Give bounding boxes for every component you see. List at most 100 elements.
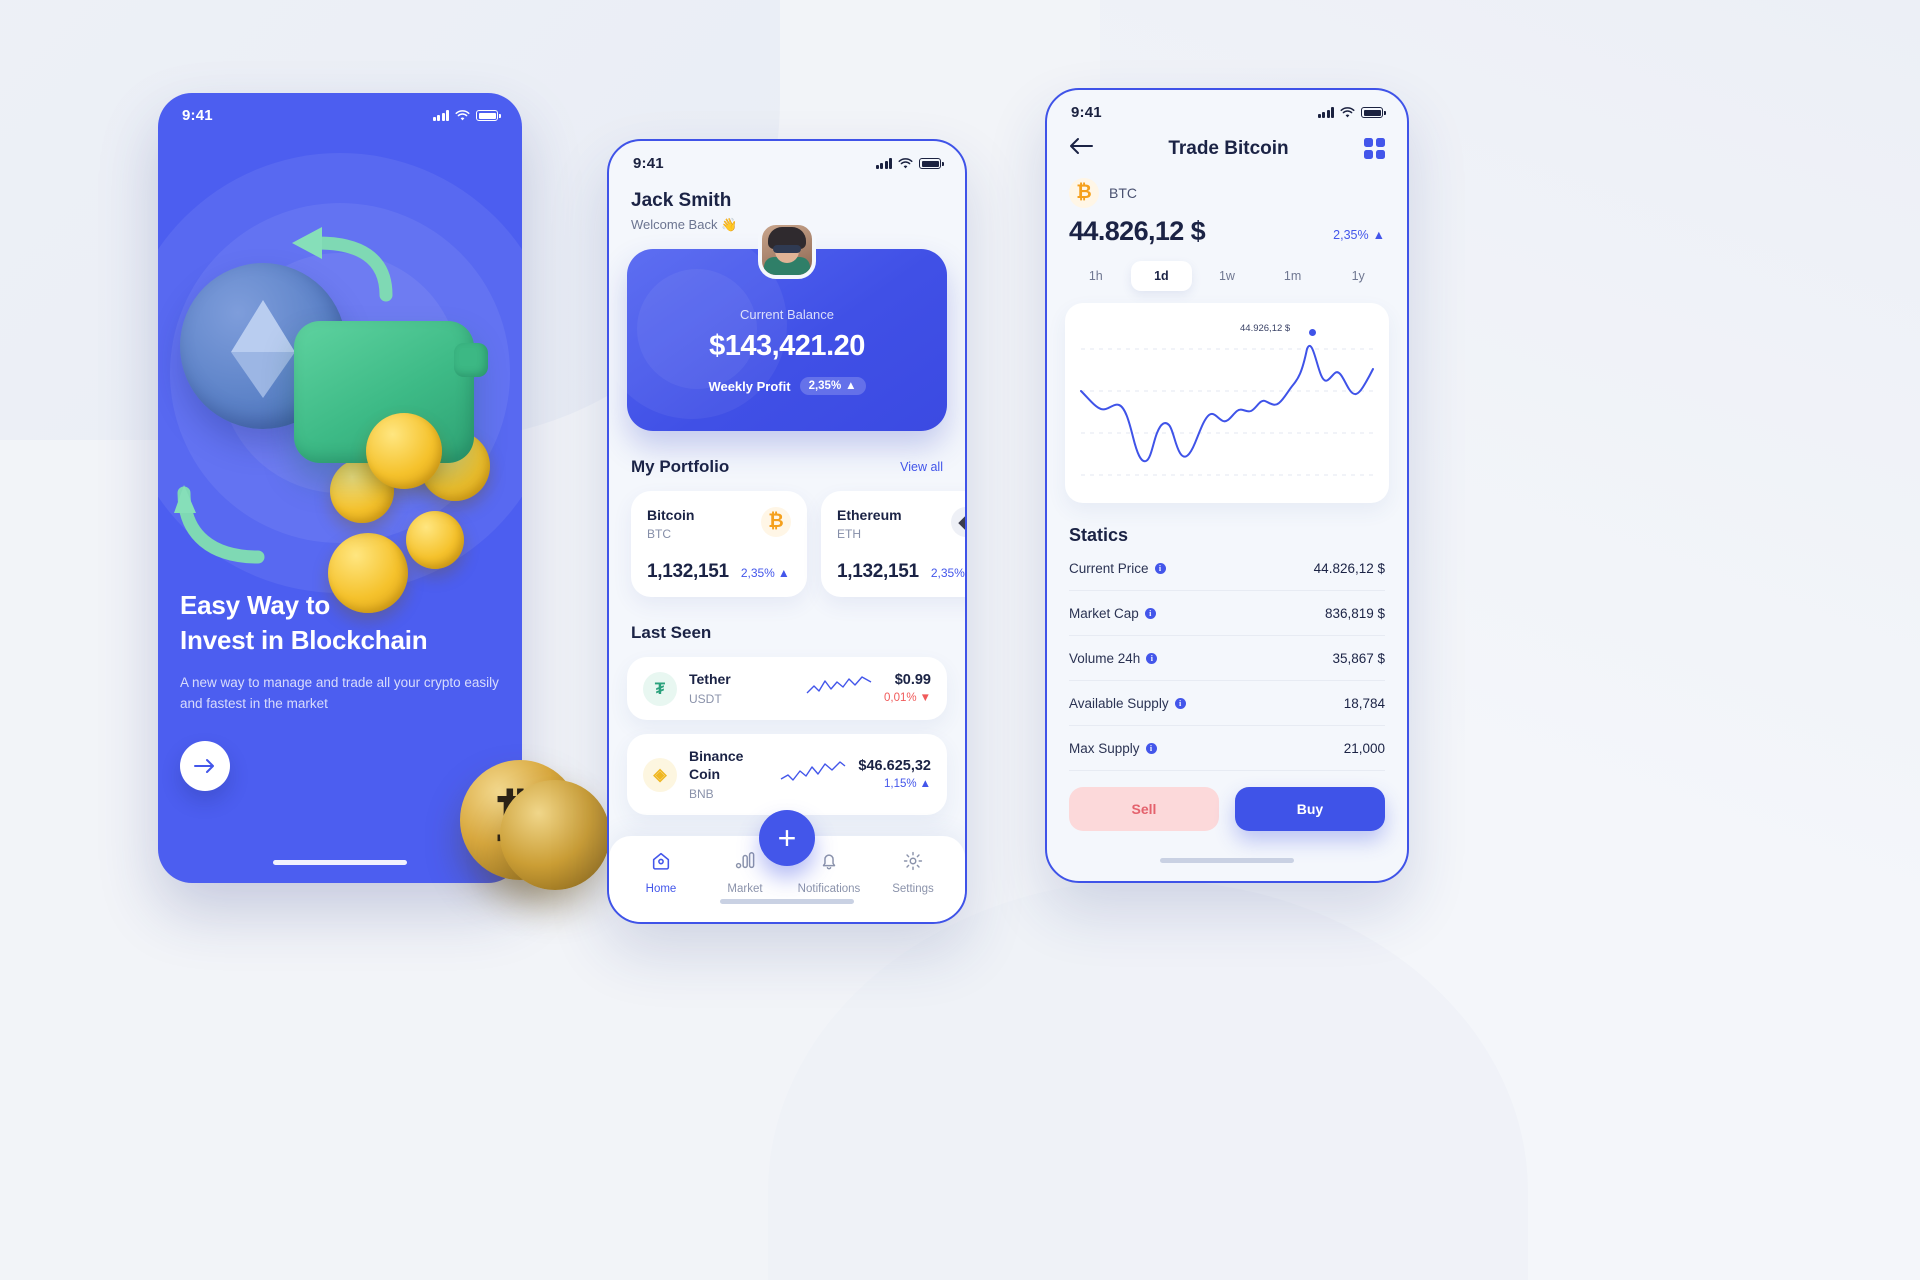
status-icons [875, 157, 944, 170]
portfolio-card-bottom: 1,132,151 2,35% ▲ [837, 561, 965, 583]
range-1h[interactable]: 1h [1065, 261, 1127, 291]
back-button[interactable] [1069, 137, 1093, 160]
balance-amount: $143,421.20 [709, 330, 865, 362]
stat-row-volume-24h: Volume 24h i 35,867 $ [1069, 636, 1385, 681]
home-indicator [720, 899, 854, 904]
tab-label: Settings [892, 883, 934, 895]
onboarding-next-button[interactable] [180, 741, 230, 791]
coin-price: $46.625,32 [858, 757, 931, 774]
bitcoin-coin-3d-front [500, 780, 610, 890]
weekly-profit: Weekly Profit 2,35% ▲ [627, 377, 947, 395]
info-icon[interactable]: i [1146, 653, 1158, 664]
status-bar: 9:41 [158, 93, 522, 124]
onboarding-copy: Easy Way to Invest in Blockchain A new w… [180, 588, 500, 791]
price-chart-svg [1080, 345, 1374, 476]
tab-home[interactable]: Home [629, 850, 693, 895]
bitcoin-icon: ₿ [761, 507, 791, 537]
portfolio-title: My Portfolio [631, 457, 730, 476]
coin-change-value: 2,35% [930, 566, 965, 580]
status-time: 9:41 [182, 107, 213, 124]
portfolio-card-bottom: 1,132,151 2,35% ▲ [647, 561, 791, 583]
coin-symbol: ETH [837, 527, 861, 541]
range-1d[interactable]: 1d [1130, 261, 1193, 291]
tab-settings[interactable]: Settings [881, 850, 945, 895]
balance-card[interactable]: Current Balance $143,421.20 Weekly Profi… [609, 221, 947, 431]
stat-value: 21,000 [1343, 741, 1385, 756]
coin-value: 1,132,151 [647, 561, 729, 582]
info-icon[interactable]: i [1174, 698, 1186, 709]
range-1w[interactable]: 1w [1196, 261, 1258, 291]
chart-tooltip: 44.926,12 $ [1235, 321, 1296, 336]
coin-price: $0.99 [894, 671, 931, 688]
page-title: Trade Bitcoin [1168, 137, 1289, 159]
range-1m[interactable]: 1m [1262, 261, 1324, 291]
stat-value: 35,867 $ [1332, 651, 1385, 666]
gear-icon [903, 851, 923, 871]
portfolio-list: Bitcoin BTC ₿ 1,132,151 2,35% ▲ Ethereum… [609, 477, 965, 597]
wifi-icon [1340, 106, 1355, 117]
coin-name: Bitcoin [647, 507, 695, 523]
stat-value: 836,819 $ [1324, 606, 1385, 621]
binance-icon: ◈ [643, 757, 677, 792]
battery-icon [919, 158, 944, 169]
coin-change-value: 1,15% [884, 777, 917, 790]
last-seen-header: Last Seen [609, 597, 965, 643]
stat-label-text: Current Price [1069, 561, 1149, 576]
stat-value: 18,784 [1343, 696, 1385, 711]
stat-label: Available Supply i [1069, 696, 1186, 711]
list-item[interactable]: ◈ Binance Coin BNB $46.625,32 1,15% ▲ [627, 734, 947, 815]
weekly-profit-value: 2,35% [808, 380, 842, 392]
ethereum-icon: ◆ [951, 507, 965, 537]
list-item-names: Binance Coin BNB [689, 748, 768, 801]
info-icon[interactable]: i [1154, 563, 1166, 574]
status-icons [1317, 106, 1386, 119]
stat-row-max-supply: Max Supply i 21,000 [1069, 726, 1385, 771]
arrow-down-right-icon [172, 483, 282, 573]
cellular-signal-icon [875, 158, 892, 169]
coin-symbol: BTC [1109, 185, 1137, 201]
sell-button[interactable]: Sell [1069, 787, 1219, 831]
cellular-signal-icon [1317, 107, 1334, 118]
bell-icon [822, 854, 836, 870]
status-bar: 9:41 [1047, 90, 1407, 121]
range-1y[interactable]: 1y [1327, 261, 1389, 291]
gold-coin-5 [406, 511, 464, 569]
arrow-right-icon [194, 759, 214, 773]
onboarding-subtitle: A new way to manage and trade all your c… [180, 674, 499, 712]
trend-up-icon: ▲ [919, 777, 931, 790]
trade-actions: Sell Buy [1047, 771, 1407, 831]
trend-up-icon: ▲ [1372, 228, 1385, 242]
stat-row-market-cap: Market Cap i 836,819 $ [1069, 591, 1385, 636]
user-name: Jack Smith [631, 190, 732, 211]
info-icon[interactable]: i [1145, 743, 1157, 754]
list-item[interactable]: ₮ Tether USDT $0.99 0,01% ▼ [627, 657, 947, 720]
price-chart[interactable]: 44.926,12 $ [1065, 303, 1389, 503]
stat-row-available-supply: Available Supply i 18,784 [1069, 681, 1385, 726]
last-seen-title: Last Seen [631, 623, 712, 642]
trend-down-icon: ▼ [919, 691, 931, 704]
portfolio-card-bitcoin[interactable]: Bitcoin BTC ₿ 1,132,151 2,35% ▲ [631, 491, 807, 597]
sparkline-chart [806, 673, 872, 704]
add-button[interactable]: + [759, 810, 815, 866]
grid-menu-icon[interactable] [1363, 138, 1385, 159]
coin-change: 2,35% ▲ [741, 566, 790, 580]
weekly-profit-badge: 2,35% ▲ [799, 377, 866, 395]
status-time: 9:41 [1071, 104, 1102, 121]
list-item-price-block: $46.625,32 1,15% ▲ [858, 758, 931, 792]
buy-button[interactable]: Buy [1235, 787, 1385, 831]
coin-change-value: 2,35% [740, 566, 775, 580]
status-time: 9:41 [633, 155, 664, 172]
status-bar: 9:41 [609, 141, 965, 172]
bottom-tab-bar: + Home Market Notifications Settings [609, 810, 965, 922]
price-row: 44.826,12 $ 2,35% ▲ [1047, 208, 1407, 247]
stat-label-text: Volume 24h [1069, 651, 1141, 666]
weekly-profit-label: Weekly Profit [708, 378, 791, 394]
view-all-link[interactable]: View all [900, 460, 943, 474]
wifi-icon [898, 157, 913, 168]
info-icon[interactable]: i [1144, 608, 1156, 619]
stat-value: 44.826,12 $ [1313, 561, 1385, 576]
cellular-signal-icon [432, 110, 449, 121]
onboarding-screen: 9:41 Easy Way to Invest in Blockchain A … [158, 93, 522, 883]
portfolio-card-ethereum[interactable]: Ethereum ETH ◆ 1,132,151 2,35% ▲ [821, 491, 965, 597]
home-icon [652, 852, 670, 870]
